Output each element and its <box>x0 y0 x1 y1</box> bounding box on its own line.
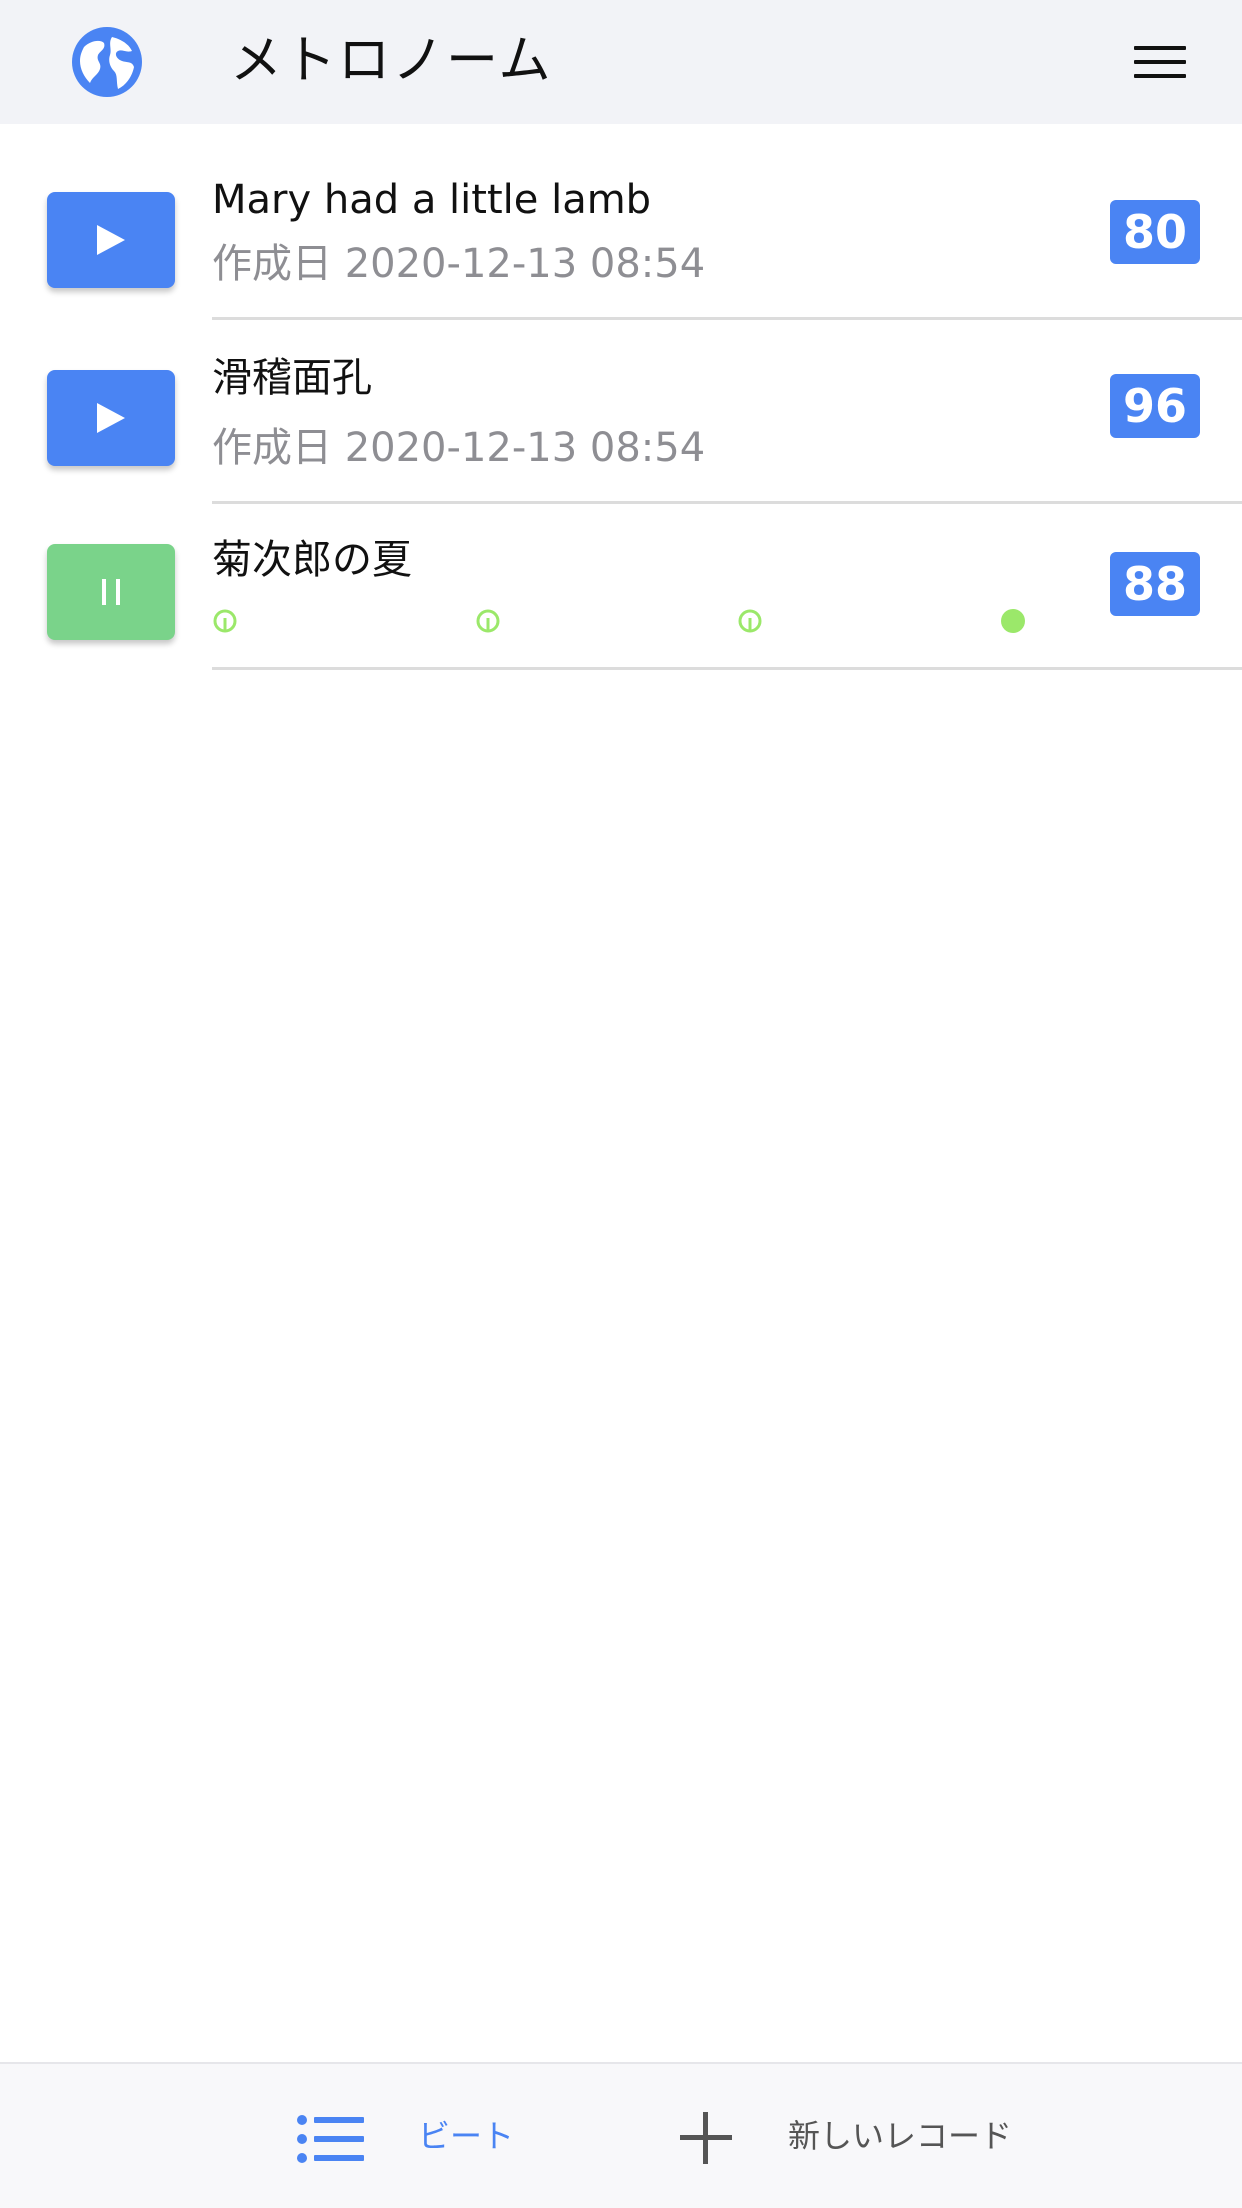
record-date: 作成日 2020-12-13 08:54 <box>212 425 706 471</box>
play-icon <box>97 225 125 255</box>
tab-bar: ビート 新しいレコード <box>0 2062 1242 2208</box>
record-title: 菊次郎の夏 <box>212 537 412 583</box>
record-date: 作成日 2020-12-13 08:54 <box>212 241 706 287</box>
tab-beats-label: ビート <box>418 2117 515 2155</box>
globe-icon[interactable] <box>70 25 144 99</box>
beat-dot <box>476 609 500 633</box>
divider <box>212 667 1242 670</box>
list-item[interactable]: 菊次郎の夏 88 <box>0 504 1242 670</box>
record-title: Mary had a little lamb <box>212 177 652 223</box>
pause-button[interactable] <box>47 544 175 640</box>
app-header: メトロノーム <box>0 0 1242 124</box>
pause-icon <box>102 579 120 605</box>
bpm-badge: 96 <box>1110 374 1200 438</box>
bpm-badge: 80 <box>1110 200 1200 264</box>
beat-dot <box>213 609 237 633</box>
page-title: メトロノーム <box>230 31 553 91</box>
play-button[interactable] <box>47 370 175 466</box>
list-item[interactable]: Mary had a little lamb 作成日 2020-12-13 08… <box>0 124 1242 320</box>
tab-new-record[interactable]: 新しいレコード <box>678 2064 1018 2208</box>
plus-icon <box>680 2112 732 2164</box>
beat-dot <box>738 609 762 633</box>
hamburger-icon <box>1134 46 1186 50</box>
record-title: 滑稽面孔 <box>212 355 372 401</box>
beat-dot-active <box>1001 609 1025 633</box>
list-item[interactable]: 滑稽面孔 作成日 2020-12-13 08:54 96 <box>0 320 1242 504</box>
tab-beats[interactable]: ビート <box>296 2064 536 2208</box>
tab-new-record-label: 新しいレコード <box>788 2117 1013 2155</box>
bpm-badge: 88 <box>1110 552 1200 616</box>
play-button[interactable] <box>47 192 175 288</box>
list-icon <box>297 2115 364 2163</box>
play-icon <box>97 403 125 433</box>
menu-button[interactable] <box>1130 42 1190 82</box>
